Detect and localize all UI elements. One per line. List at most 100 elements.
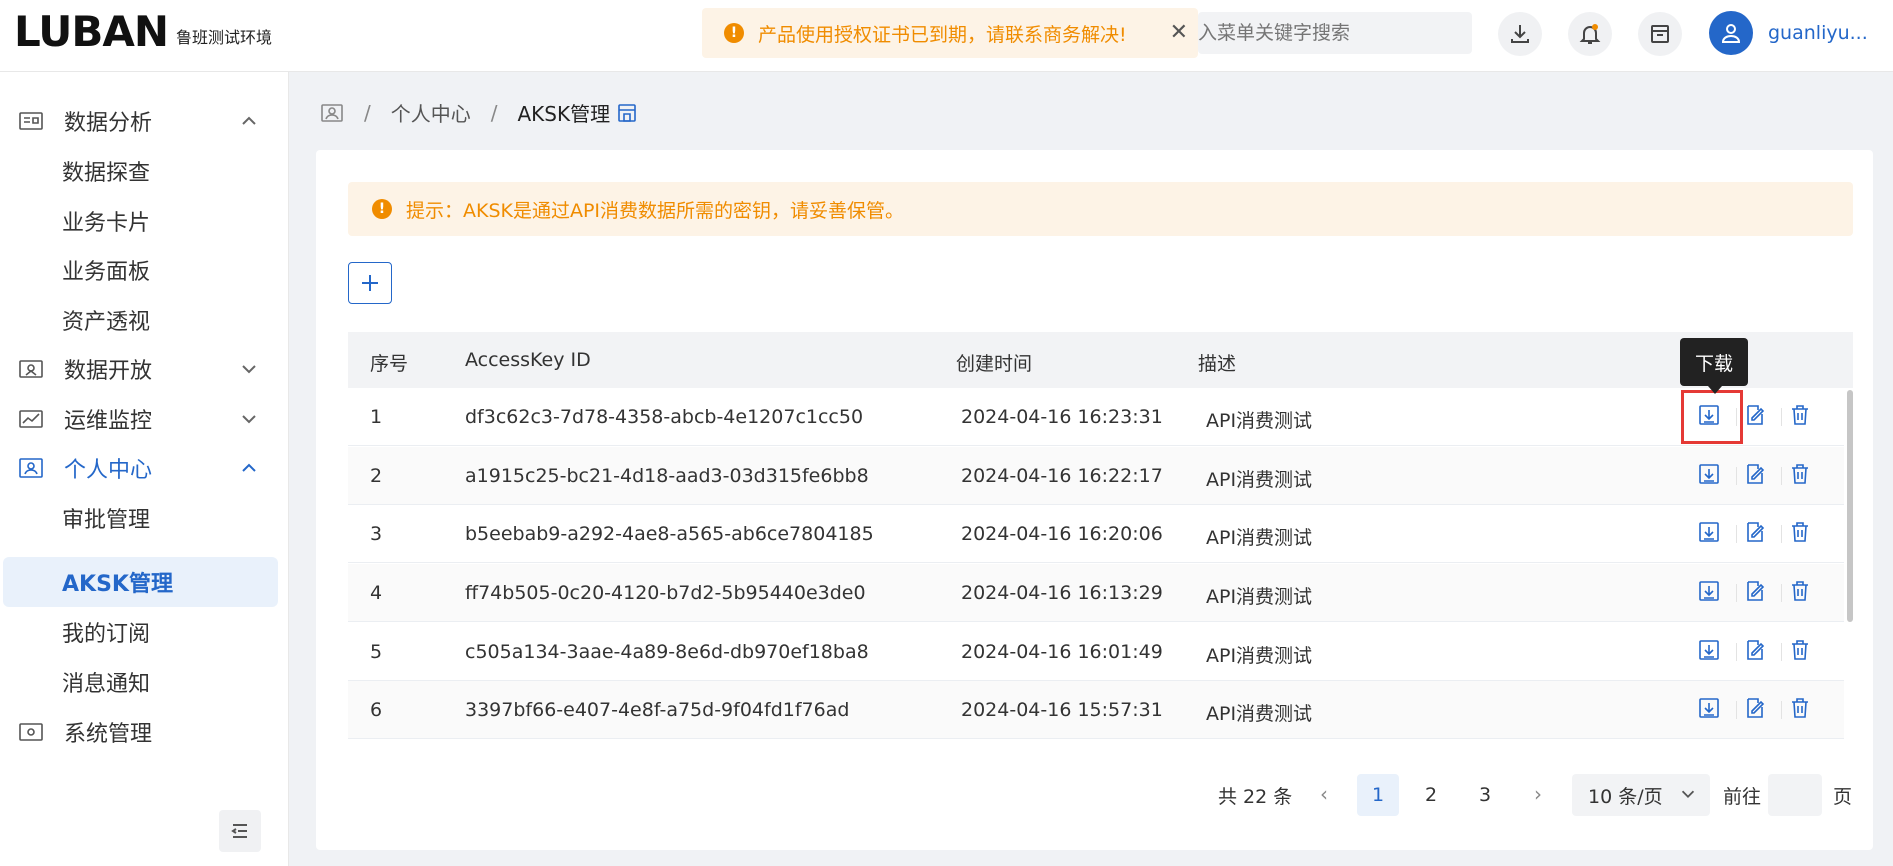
cell-access-key-id: df3c62c3-7d78-4358-abcb-4e1207c1cc50 [465, 406, 864, 428]
archive-icon [1651, 25, 1669, 43]
menu-search[interactable] [1198, 12, 1472, 54]
action-divider [1736, 584, 1737, 602]
sidebar-item-data-explore[interactable]: 数据探查 [0, 146, 289, 196]
edit-icon[interactable] [1742, 695, 1768, 721]
download-icon[interactable] [1696, 519, 1722, 545]
notification-button[interactable] [1568, 12, 1612, 56]
download-icon [1511, 25, 1529, 43]
sidebar-item-subscription[interactable]: 我的订阅 [0, 607, 289, 657]
page-number[interactable]: 1 [1357, 774, 1399, 816]
breadcrumb-separator: / [364, 100, 371, 125]
sidebar-item-approval[interactable]: 审批管理 [0, 493, 289, 543]
sidebar-group-ops-monitor[interactable]: 运维监控 [0, 394, 289, 444]
sidebar-item-label: 数据探查 [62, 161, 151, 186]
avatar[interactable] [1709, 11, 1753, 55]
breadcrumb-item[interactable]: 个人中心 [391, 98, 471, 127]
download-button[interactable] [1498, 12, 1542, 56]
breadcrumb: / 个人中心 / AKSK管理 [320, 98, 638, 127]
chevron-right-icon: › [1534, 782, 1542, 806]
sidebar-group-data-analysis[interactable]: 数据分析 [0, 96, 289, 146]
user-card-icon [19, 458, 43, 478]
sidebar-item-label: 业务面板 [62, 260, 151, 285]
edit-icon[interactable] [1742, 461, 1768, 487]
cell-created-time: 2024-04-16 16:22:17 [961, 465, 1163, 487]
action-divider [1781, 701, 1782, 719]
download-tooltip: 下载 [1680, 338, 1748, 394]
collapse-sidebar-button[interactable] [219, 810, 261, 852]
edit-icon[interactable] [1742, 578, 1768, 604]
sidebar-item-asset-view[interactable]: 资产透视 [0, 295, 289, 345]
delete-icon[interactable] [1787, 402, 1813, 428]
download-icon[interactable] [1696, 637, 1722, 663]
delete-icon[interactable] [1787, 695, 1813, 721]
bell-icon [1579, 24, 1601, 44]
monitor-icon [19, 360, 43, 378]
prev-page-button[interactable]: ‹ [1306, 774, 1342, 814]
action-divider [1781, 643, 1782, 661]
goto-label: 前往 [1723, 786, 1762, 808]
sidebar-item-business-panel[interactable]: 业务面板 [0, 245, 289, 295]
edit-icon[interactable] [1742, 637, 1768, 663]
column-header-no: 序号 [370, 353, 409, 375]
page-number[interactable]: 2 [1410, 774, 1452, 816]
menu-fold-icon [231, 824, 247, 838]
action-divider [1736, 525, 1737, 543]
sidebar-group-data-open[interactable]: 数据开放 [0, 344, 289, 394]
add-aksk-button[interactable] [348, 262, 392, 304]
user-icon [1721, 24, 1741, 43]
sidebar-group-label: 系统管理 [64, 722, 153, 747]
username[interactable]: guanliyu... [1768, 22, 1868, 44]
cell-description: API消费测试 [1206, 469, 1313, 491]
settings-icon [19, 723, 43, 741]
goto-page-input[interactable] [1768, 774, 1822, 816]
breadcrumb-separator: / [490, 100, 498, 125]
sidebar-group-personal-center[interactable]: 个人中心 [0, 443, 289, 493]
table-row: 6 3397bf66-e407-4e8f-a75d-9f04fd1f76ad 202… [348, 681, 1844, 739]
table-row: 1 df3c62c3-7d78-4358-abcb-4e1207c1cc50 202… [348, 388, 1844, 446]
column-header-id: AccessKey ID [465, 349, 591, 371]
delete-icon[interactable] [1787, 519, 1813, 545]
sidebar-group-label: 运维监控 [64, 409, 153, 434]
delete-icon[interactable] [1787, 461, 1813, 487]
sidebar-item-messages[interactable]: 消息通知 [0, 657, 289, 707]
sidebar-group-label: 数据开放 [64, 359, 153, 384]
edit-icon[interactable] [1742, 402, 1768, 428]
edit-icon[interactable] [1742, 519, 1768, 545]
cell-created-time: 2024-04-16 16:23:31 [961, 406, 1163, 428]
store-icon[interactable] [616, 102, 638, 124]
action-divider [1736, 701, 1737, 719]
sidebar-group-system[interactable]: 系统管理 [0, 707, 289, 757]
delete-icon[interactable] [1787, 637, 1813, 663]
cell-access-key-id: 3397bf66-e407-4e8f-a75d-9f04fd1f76ad [465, 699, 850, 721]
cell-created-time: 2024-04-16 16:20:06 [961, 523, 1163, 545]
cell-description: API消费测试 [1206, 586, 1313, 608]
license-expired-notice: ! 产品使用授权证书已到期，请联系商务解决! ✕ [702, 8, 1198, 58]
logo: LUBAN 鲁班测试环境 [14, 10, 272, 54]
cell-no: 6 [370, 699, 383, 721]
delete-icon[interactable] [1787, 578, 1813, 604]
page-number[interactable]: 3 [1464, 774, 1506, 816]
download-icon[interactable] [1696, 578, 1722, 604]
cell-no: 3 [370, 523, 383, 545]
action-divider [1781, 584, 1782, 602]
cell-description: API消费测试 [1206, 527, 1313, 549]
sidebar-item-label: AKSK管理 [62, 572, 173, 597]
chevron-down-icon [1681, 790, 1695, 799]
cell-no: 1 [370, 406, 383, 428]
archive-button[interactable] [1638, 12, 1682, 56]
sidebar-group-label: 数据分析 [64, 111, 153, 136]
page-size-select[interactable]: 10 条/页 [1572, 774, 1710, 816]
cell-created-time: 2024-04-16 15:57:31 [961, 699, 1163, 721]
download-icon[interactable] [1696, 695, 1722, 721]
action-divider [1781, 467, 1782, 485]
search-input[interactable] [1198, 22, 1472, 44]
download-icon[interactable] [1696, 461, 1722, 487]
close-icon[interactable]: ✕ [1170, 20, 1188, 45]
next-page-button[interactable]: › [1520, 774, 1556, 814]
user-card-icon [321, 103, 343, 122]
cell-access-key-id: ff74b505-0c20-4120-b7d2-5b95440e3de0 [465, 582, 866, 604]
sidebar-item-business-card[interactable]: 业务卡片 [0, 196, 289, 246]
table-scrollbar[interactable] [1847, 390, 1853, 622]
sidebar-item-aksk[interactable]: AKSK管理 [3, 557, 278, 607]
plus-icon [362, 275, 378, 291]
